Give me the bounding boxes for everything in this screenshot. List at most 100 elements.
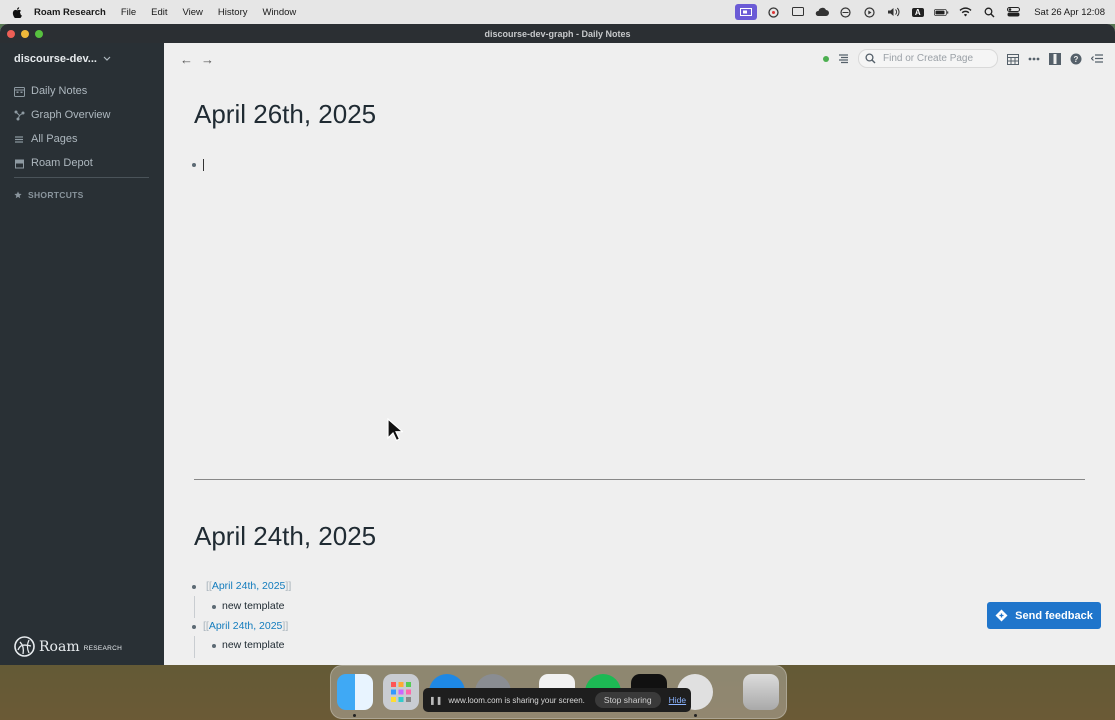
send-feedback-label: Send feedback <box>1015 609 1093 622</box>
minimize-window-button[interactable] <box>21 30 29 38</box>
pinwheel-icon[interactable] <box>766 6 781 18</box>
calendar-icon <box>14 86 25 97</box>
child-thread-line <box>194 596 195 618</box>
left-sidebar: discourse-dev... Daily Notes Graph Overv… <box>0 43 164 665</box>
control-center-icon[interactable] <box>1006 6 1021 18</box>
chevron-down-icon <box>103 56 111 61</box>
help-icon[interactable]: ? <box>1069 52 1082 65</box>
hide-banner-link[interactable]: Hide <box>669 695 686 705</box>
sidebar-item-label: Daily Notes <box>31 85 88 97</box>
block-bullet[interactable] <box>212 605 216 609</box>
ref-close-bracket: ]] <box>282 620 289 632</box>
right-sidebar-icon[interactable] <box>1048 52 1061 65</box>
mouse-pointer-icon <box>387 418 403 442</box>
menu-edit[interactable]: Edit <box>151 7 167 18</box>
sidebar-toggle-icon[interactable] <box>1090 52 1103 65</box>
roam-logo[interactable]: Roam RESEARCH <box>14 636 122 657</box>
forward-arrow-icon[interactable]: → <box>201 52 214 67</box>
sidebar-item-label: Graph Overview <box>31 109 111 121</box>
svg-text:?: ? <box>1073 55 1078 64</box>
list-icon <box>15 135 23 143</box>
input-source-label: A <box>911 7 924 17</box>
window-title: discourse-dev-graph - Daily Notes <box>484 28 631 39</box>
screen-share-banner: ❚❚ www.loom.com is sharing your screen. … <box>423 688 691 712</box>
menu-file[interactable]: File <box>121 7 136 18</box>
sync-status-indicator[interactable] <box>823 55 829 62</box>
store-icon <box>15 159 24 168</box>
battery-icon[interactable] <box>934 6 949 18</box>
running-indicator <box>694 714 697 717</box>
close-window-button[interactable] <box>7 30 15 38</box>
sidebar-nav: Daily Notes Graph Overview All Pages Roa… <box>14 79 154 175</box>
graph-icon <box>14 110 25 120</box>
block-page-ref[interactable]: [[April 24th, 2025]] <box>206 580 291 592</box>
title-bar: discourse-dev-graph - Daily Notes <box>0 24 1115 43</box>
filter-list-icon[interactable] <box>837 52 850 65</box>
calendar-icon[interactable] <box>1006 52 1019 65</box>
feedback-icon <box>995 609 1008 622</box>
roam-logo-word: Roam <box>39 638 80 655</box>
play-icon[interactable] <box>862 6 877 18</box>
creative-cloud-icon[interactable] <box>814 6 829 18</box>
page-ref-link[interactable]: April 24th, 2025 <box>212 580 286 592</box>
more-options-icon[interactable] <box>1027 52 1040 65</box>
send-feedback-button[interactable]: Send feedback <box>987 602 1101 629</box>
graph-name-label: discourse-dev... <box>14 53 97 65</box>
block-text[interactable]: new template <box>222 600 284 612</box>
ref-close-bracket: ]] <box>285 580 292 592</box>
sidebar-item-label: All Pages <box>31 133 78 145</box>
sidebar-item-graph-overview[interactable]: Graph Overview <box>14 103 154 127</box>
sidebar-item-all-pages[interactable]: All Pages <box>14 127 154 151</box>
menu-window[interactable]: Window <box>262 7 296 18</box>
vpn-icon[interactable] <box>838 6 853 18</box>
main-content: ← → ? <box>164 43 1115 665</box>
sidebar-item-label: Roam Depot <box>31 157 93 169</box>
finder-icon[interactable] <box>337 674 373 710</box>
text-caret[interactable] <box>203 159 204 171</box>
page-divider <box>194 479 1085 480</box>
history-nav: ← → <box>180 52 214 67</box>
input-source-icon[interactable]: A <box>910 6 925 18</box>
launchpad-icon[interactable] <box>383 674 419 710</box>
sidebar-item-roam-depot[interactable]: Roam Depot <box>14 151 154 175</box>
display-icon[interactable] <box>790 6 805 18</box>
star-icon <box>14 191 22 199</box>
search-bar[interactable] <box>858 49 998 68</box>
zoom-window-button[interactable] <box>35 30 43 38</box>
sidebar-divider <box>14 177 149 178</box>
share-message: www.loom.com is sharing your screen. <box>448 695 585 705</box>
volume-icon[interactable] <box>886 6 901 18</box>
block-text[interactable]: new template <box>222 639 284 651</box>
menu-bar: Roam Research File Edit View History Win… <box>0 0 1115 24</box>
menubar-clock[interactable]: Sat 26 Apr 12:08 <box>1034 7 1105 18</box>
shortcuts-label: SHORTCUTS <box>28 190 84 200</box>
trash-icon[interactable] <box>743 674 779 710</box>
block-bullet[interactable] <box>192 625 196 629</box>
screen-share-icon[interactable] <box>735 4 758 20</box>
menu-history[interactable]: History <box>218 7 248 18</box>
search-icon <box>865 53 876 64</box>
roam-logo-sub: RESEARCH <box>83 644 123 652</box>
graph-switcher[interactable]: discourse-dev... <box>14 53 111 65</box>
apple-icon[interactable] <box>12 6 22 18</box>
child-thread-line <box>194 636 195 658</box>
block-bullet[interactable] <box>212 644 216 648</box>
window-controls <box>7 30 43 38</box>
stop-sharing-button[interactable]: Stop sharing <box>594 692 661 708</box>
page-title[interactable]: April 24th, 2025 <box>194 521 376 552</box>
sidebar-item-daily-notes[interactable]: Daily Notes <box>14 79 154 103</box>
menu-view[interactable]: View <box>183 7 203 18</box>
page-title[interactable]: April 26th, 2025 <box>194 99 376 130</box>
block-bullet[interactable] <box>192 585 196 589</box>
block-page-ref[interactable]: [[April 24th, 2025]] <box>203 620 288 632</box>
back-arrow-icon[interactable]: ← <box>180 52 193 67</box>
block-bullet[interactable] <box>192 163 196 167</box>
pause-icon[interactable]: ❚❚ <box>429 696 442 705</box>
shortcuts-header: SHORTCUTS <box>14 190 84 200</box>
spotlight-icon[interactable] <box>982 6 997 18</box>
top-toolbar: ? <box>823 49 1103 68</box>
wifi-icon[interactable] <box>958 6 973 18</box>
search-input[interactable] <box>881 52 995 65</box>
page-ref-link[interactable]: April 24th, 2025 <box>209 620 283 632</box>
app-menu[interactable]: Roam Research <box>34 7 106 18</box>
